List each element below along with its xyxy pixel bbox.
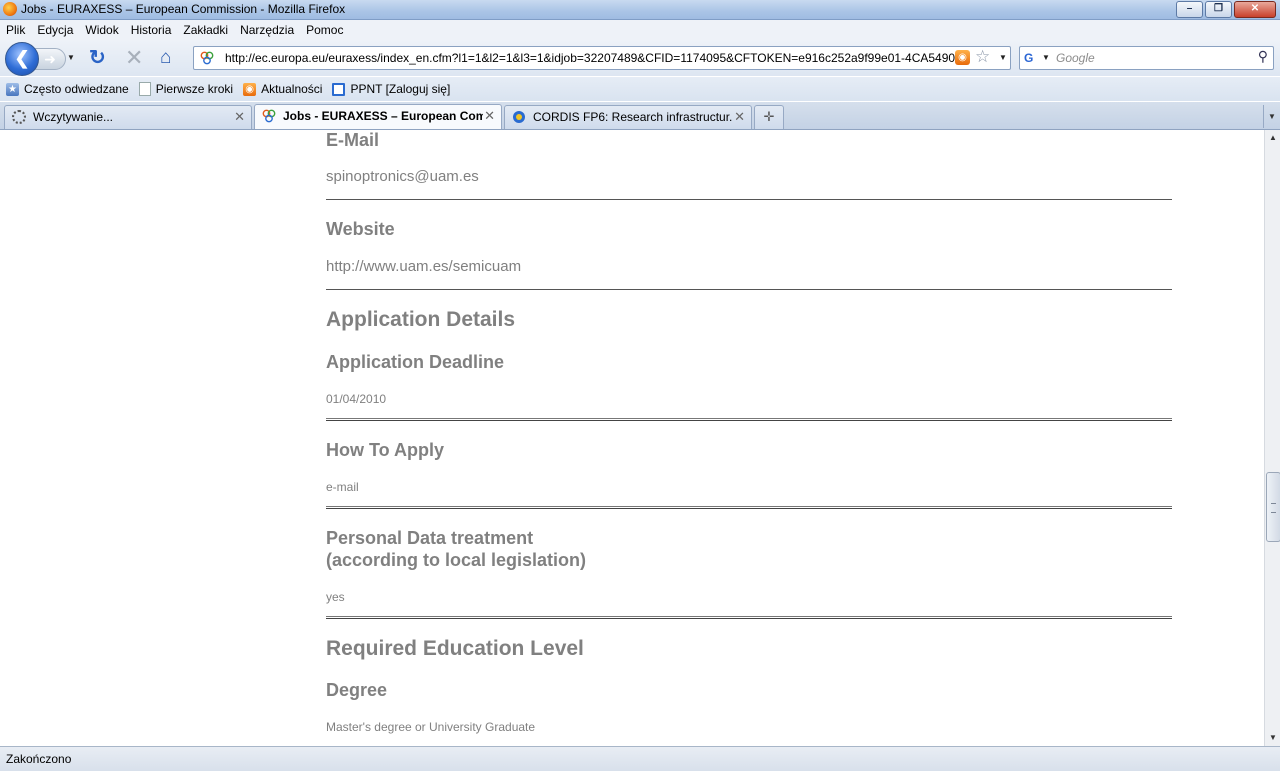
bookmark-label: Pierwsze kroki <box>155 82 234 96</box>
most-visited-icon: ★ <box>6 82 19 96</box>
url-bar[interactable]: http://ec.europa.eu/euraxess/index_en.cf… <box>193 46 1011 70</box>
bookmarks-toolbar: ★ Często odwiedzane Pierwsze kroki ◉ Akt… <box>0 77 1280 101</box>
application-details-heading: Application Details <box>326 308 516 331</box>
tab-label: CORDIS FP6: Research infrastructur... <box>533 110 733 124</box>
personal-data-label-sub: (according to local legislation) <box>326 550 587 570</box>
tab-cordis[interactable]: CORDIS FP6: Research infrastructur... ✕ <box>504 105 752 129</box>
personal-data-label: Personal Data treatment <box>326 528 534 548</box>
deadline-label: Application Deadline <box>326 352 505 372</box>
status-bar: Zakończono <box>0 746 1280 771</box>
close-window-button[interactable]: ✕ <box>1234 1 1276 18</box>
divider <box>326 289 1172 290</box>
grip-icon <box>1271 503 1276 513</box>
navigation-toolbar: ➜ ❮ ▼ ↻ ✕ ⌂ http://ec.europa.eu/euraxess… <box>0 40 1280 76</box>
cordis-favicon-icon <box>513 111 525 123</box>
scroll-down-icon[interactable]: ▼ <box>1265 730 1280 746</box>
tab-close-icon[interactable]: ✕ <box>734 109 745 125</box>
page-content: E-Mail spinoptronics@uam.es Website http… <box>0 130 1264 746</box>
personal-data-value: yes <box>326 590 345 604</box>
how-to-apply-value: e-mail <box>326 480 359 494</box>
search-icon[interactable]: ⚲ <box>1258 48 1268 65</box>
degree-label: Degree <box>326 680 388 700</box>
degree-value: Master's degree or University Graduate <box>326 720 536 734</box>
page-icon <box>138 82 151 96</box>
firefox-icon <box>3 2 17 16</box>
bookmark-ppnt[interactable]: PPNT [Zaloguj się] <box>332 82 450 96</box>
site-favicon-icon <box>200 51 214 65</box>
menu-bar: Plik Edycja Widok Historia Zakładki Narz… <box>0 20 1280 40</box>
tab-close-icon[interactable]: ✕ <box>234 109 245 125</box>
url-text[interactable]: http://ec.europa.eu/euraxess/index_en.cf… <box>225 51 966 65</box>
bookmark-label: PPNT [Zaloguj się] <box>350 82 451 96</box>
website-label: Website <box>326 219 395 239</box>
website-value[interactable]: http://www.uam.es/semicuam <box>326 258 521 275</box>
tab-jobs-euraxess[interactable]: Jobs - EURAXESS – European Com... ✕ <box>254 104 502 129</box>
divider <box>326 506 1172 509</box>
menu-historia[interactable]: Historia <box>125 23 178 37</box>
menu-widok[interactable]: Widok <box>79 23 124 37</box>
divider <box>326 199 1172 200</box>
new-tab-icon[interactable]: ✛ <box>754 105 784 129</box>
reload-icon[interactable]: ↻ <box>89 47 106 69</box>
tab-loading[interactable]: Wczytywanie... ✕ <box>4 105 252 129</box>
how-to-apply-label: How To Apply <box>326 440 444 460</box>
education-heading: Required Education Level <box>326 637 584 660</box>
menu-edycja[interactable]: Edycja <box>31 23 79 37</box>
scroll-up-icon[interactable]: ▲ <box>1265 130 1280 146</box>
bookmark-label: Często odwiedzane <box>24 82 129 96</box>
deadline-value: 01/04/2010 <box>326 392 387 406</box>
menu-zakladki[interactable]: Zakładki <box>177 23 234 37</box>
url-dropdown-icon[interactable]: ▼ <box>999 53 1007 62</box>
back-icon[interactable]: ❮ <box>5 42 39 76</box>
minimize-button[interactable]: – <box>1176 1 1203 18</box>
window-title: Jobs - EURAXESS – European Commission - … <box>21 2 346 16</box>
star-icon[interactable]: ☆ <box>975 47 990 67</box>
stop-icon[interactable]: ✕ <box>125 47 143 69</box>
google-icon[interactable]: G <box>1024 51 1033 65</box>
maximize-button[interactable]: ❐ <box>1205 1 1232 18</box>
menu-pomoc[interactable]: Pomoc <box>300 23 349 37</box>
ppnt-icon <box>332 82 346 96</box>
tab-label: Wczytywanie... <box>33 110 114 124</box>
search-bar: G ▼ ⚲ <box>1019 46 1274 70</box>
bookmark-aktualnosci[interactable]: ◉ Aktualności <box>243 82 322 96</box>
menu-plik[interactable]: Plik <box>0 23 31 37</box>
tab-label: Jobs - EURAXESS – European Com... <box>283 109 483 123</box>
divider <box>326 418 1172 421</box>
scrollbar-thumb[interactable] <box>1266 472 1280 542</box>
menu-narzedzia[interactable]: Narzędzia <box>234 23 300 37</box>
bookmark-label: Aktualności <box>261 82 323 96</box>
rss-icon[interactable]: ◉ <box>955 50 970 65</box>
engine-dropdown-icon[interactable]: ▼ <box>1042 53 1050 62</box>
home-icon[interactable]: ⌂ <box>160 47 171 69</box>
bookmark-czesto-odwiedzane[interactable]: ★ Często odwiedzane <box>6 82 129 96</box>
search-input[interactable] <box>1054 49 1248 67</box>
rss-feed-icon: ◉ <box>243 82 257 96</box>
tab-strip: Wczytywanie... ✕ Jobs - EURAXESS – Europ… <box>0 102 1280 130</box>
status-text: Zakończono <box>6 752 72 766</box>
email-label: E-Mail <box>326 130 380 150</box>
divider <box>326 616 1172 619</box>
bookmark-pierwsze-kroki[interactable]: Pierwsze kroki <box>138 82 234 96</box>
tab-close-icon[interactable]: ✕ <box>484 108 495 124</box>
loading-spinner-icon <box>12 110 26 124</box>
tab-list-dropdown-icon[interactable]: ▼ <box>1263 105 1280 128</box>
euraxess-favicon-icon <box>262 109 276 123</box>
history-dropdown-icon[interactable]: ▼ <box>67 53 75 62</box>
email-value[interactable]: spinoptronics@uam.es <box>326 168 479 185</box>
window-title-bar: Jobs - EURAXESS – European Commission - … <box>0 0 1280 20</box>
vertical-scrollbar[interactable]: ▲ ▼ <box>1264 130 1280 746</box>
